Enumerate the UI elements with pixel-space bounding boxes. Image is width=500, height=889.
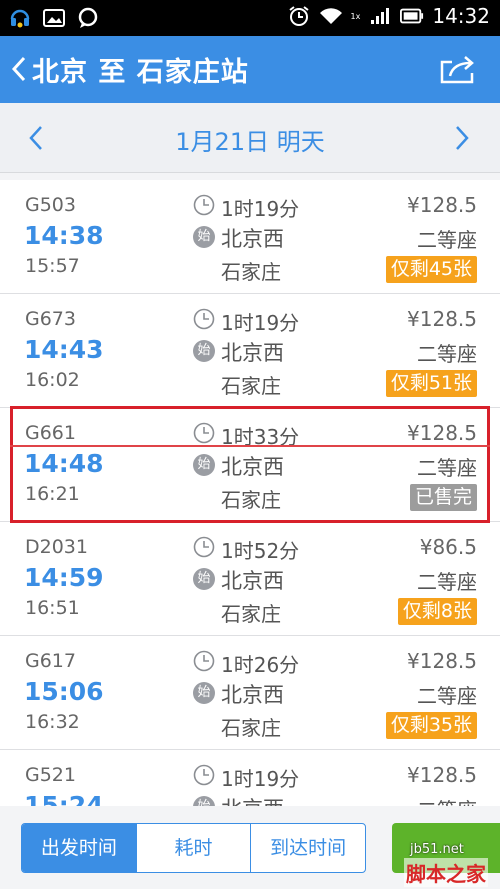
depart-time: 14:48	[24, 449, 104, 478]
signal-icon	[368, 4, 392, 28]
headset-icon	[8, 6, 32, 30]
sold-out-badge: 已售完	[409, 484, 477, 511]
status-bar: 1x 14:32	[0, 0, 500, 36]
train-number: G673	[25, 308, 76, 330]
tickets-remaining-badge: 仅剩35张	[385, 712, 477, 739]
page-title: 北京 至 石家庄站	[32, 57, 249, 88]
clock-icon	[193, 650, 215, 672]
depart-time: 14:38	[24, 221, 104, 250]
ticket-price: ¥86.5	[419, 535, 477, 559]
ticket-price: ¥128.5	[407, 763, 477, 787]
watermark-url: jb51.net	[410, 842, 464, 857]
from-station: 北京西	[221, 683, 284, 707]
from-station: 北京西	[221, 569, 284, 593]
wifi-icon	[319, 4, 343, 28]
back-chevron-icon[interactable]	[8, 52, 30, 86]
ticket-price: ¥128.5	[407, 421, 477, 445]
battery-icon	[400, 4, 424, 28]
seat-class: 二等座	[417, 684, 477, 708]
image-icon	[42, 6, 66, 30]
status-system: 1x 14:32	[287, 4, 490, 28]
seat-class: 二等座	[417, 570, 477, 594]
depart-time: 15:24	[24, 791, 104, 806]
tickets-remaining-badge: 仅剩51张	[385, 370, 477, 397]
train-list[interactable]: G503 14:38 15:57 1时19分 始 北京西 石家庄 ¥128.5 …	[0, 180, 500, 806]
clock-icon	[193, 308, 215, 330]
depart-time: 15:06	[24, 677, 104, 706]
arrive-time: 16:51	[25, 597, 80, 619]
train-row[interactable]: D2031 14:59 16:51 1时52分 始 北京西 石家庄 ¥86.5 …	[0, 522, 500, 636]
from-station: 北京西	[221, 793, 284, 806]
seat-class: 二等座	[417, 228, 477, 252]
train-number: G521	[25, 764, 76, 786]
sort-by-duration-button[interactable]: 耗时	[137, 824, 252, 872]
train-number: G503	[25, 194, 76, 216]
next-day-chevron-icon[interactable]	[450, 121, 474, 155]
seat-class: 二等座	[417, 342, 477, 366]
arrive-time: 15:57	[25, 255, 80, 277]
to-station: 石家庄	[221, 716, 281, 740]
arrive-time: 16:21	[25, 483, 80, 505]
seat-class: 二等座	[417, 794, 477, 806]
clock-icon	[193, 422, 215, 444]
trip-duration: 1时26分	[221, 653, 300, 677]
clock-icon	[193, 194, 215, 216]
tickets-remaining-badge: 仅剩45张	[385, 256, 477, 283]
arrive-time: 16:02	[25, 369, 80, 391]
seat-class: 二等座	[417, 456, 477, 480]
ticket-price: ¥128.5	[407, 307, 477, 331]
ticket-price: ¥128.5	[407, 649, 477, 673]
depart-time: 14:43	[24, 335, 104, 364]
origin-station-badge: 始	[193, 340, 215, 362]
train-row[interactable]: G661 14:48 16:21 1时33分 始 北京西 石家庄 ¥128.5 …	[0, 408, 500, 522]
train-row[interactable]: G521 15:24 1时19分 始 北京西 ¥128.5 二等座	[0, 750, 500, 806]
origin-station-badge: 始	[193, 568, 215, 590]
train-number: G617	[25, 650, 76, 672]
to-station: 石家庄	[221, 488, 281, 512]
trip-duration: 1时33分	[221, 425, 300, 449]
to-station: 石家庄	[221, 374, 281, 398]
from-station: 北京西	[221, 455, 284, 479]
status-time: 14:32	[432, 4, 490, 28]
sort-by-arrival-button[interactable]: 到达时间	[251, 824, 365, 872]
to-station: 石家庄	[221, 260, 281, 284]
train-number: D2031	[25, 536, 88, 558]
app-header: 北京 至 石家庄站	[0, 36, 500, 103]
origin-station-badge: 始	[193, 226, 215, 248]
origin-station-badge: 始	[193, 796, 215, 806]
status-notifications	[8, 6, 100, 30]
date-selector: 1月21日 明天	[0, 103, 500, 173]
trip-duration: 1时19分	[221, 767, 300, 791]
network-type: 1x	[350, 11, 361, 21]
trip-duration: 1时52分	[221, 539, 300, 563]
train-row[interactable]: G617 15:06 16:32 1时26分 始 北京西 石家庄 ¥128.5 …	[0, 636, 500, 750]
origin-station-badge: 始	[193, 682, 215, 704]
selected-date[interactable]: 1月21日 明天	[0, 122, 500, 157]
train-number: G661	[25, 422, 76, 444]
origin-station-badge: 始	[193, 454, 215, 476]
trip-duration: 1时19分	[221, 197, 300, 221]
arrive-time: 16:32	[25, 711, 80, 733]
trip-duration: 1时19分	[221, 311, 300, 335]
train-row[interactable]: G673 14:43 16:02 1时19分 始 北京西 石家庄 ¥128.5 …	[0, 294, 500, 408]
tickets-remaining-badge: 仅剩8张	[397, 598, 477, 625]
from-station: 北京西	[221, 341, 284, 365]
ticket-price: ¥128.5	[407, 193, 477, 217]
to-station: 石家庄	[221, 602, 281, 626]
train-row[interactable]: G503 14:38 15:57 1时19分 始 北京西 石家庄 ¥128.5 …	[0, 180, 500, 294]
clock-icon	[193, 536, 215, 558]
from-station: 北京西	[221, 227, 284, 251]
alarm-icon	[287, 4, 311, 28]
watermark-name: 脚本之家	[404, 858, 488, 887]
sort-segmented-control: 出发时间 耗时 到达时间	[21, 823, 366, 873]
share-icon[interactable]	[438, 52, 478, 86]
sort-by-departure-button[interactable]: 出发时间	[22, 824, 137, 872]
chat-bubble-icon	[76, 6, 100, 30]
depart-time: 14:59	[24, 563, 104, 592]
clock-icon	[193, 764, 215, 786]
